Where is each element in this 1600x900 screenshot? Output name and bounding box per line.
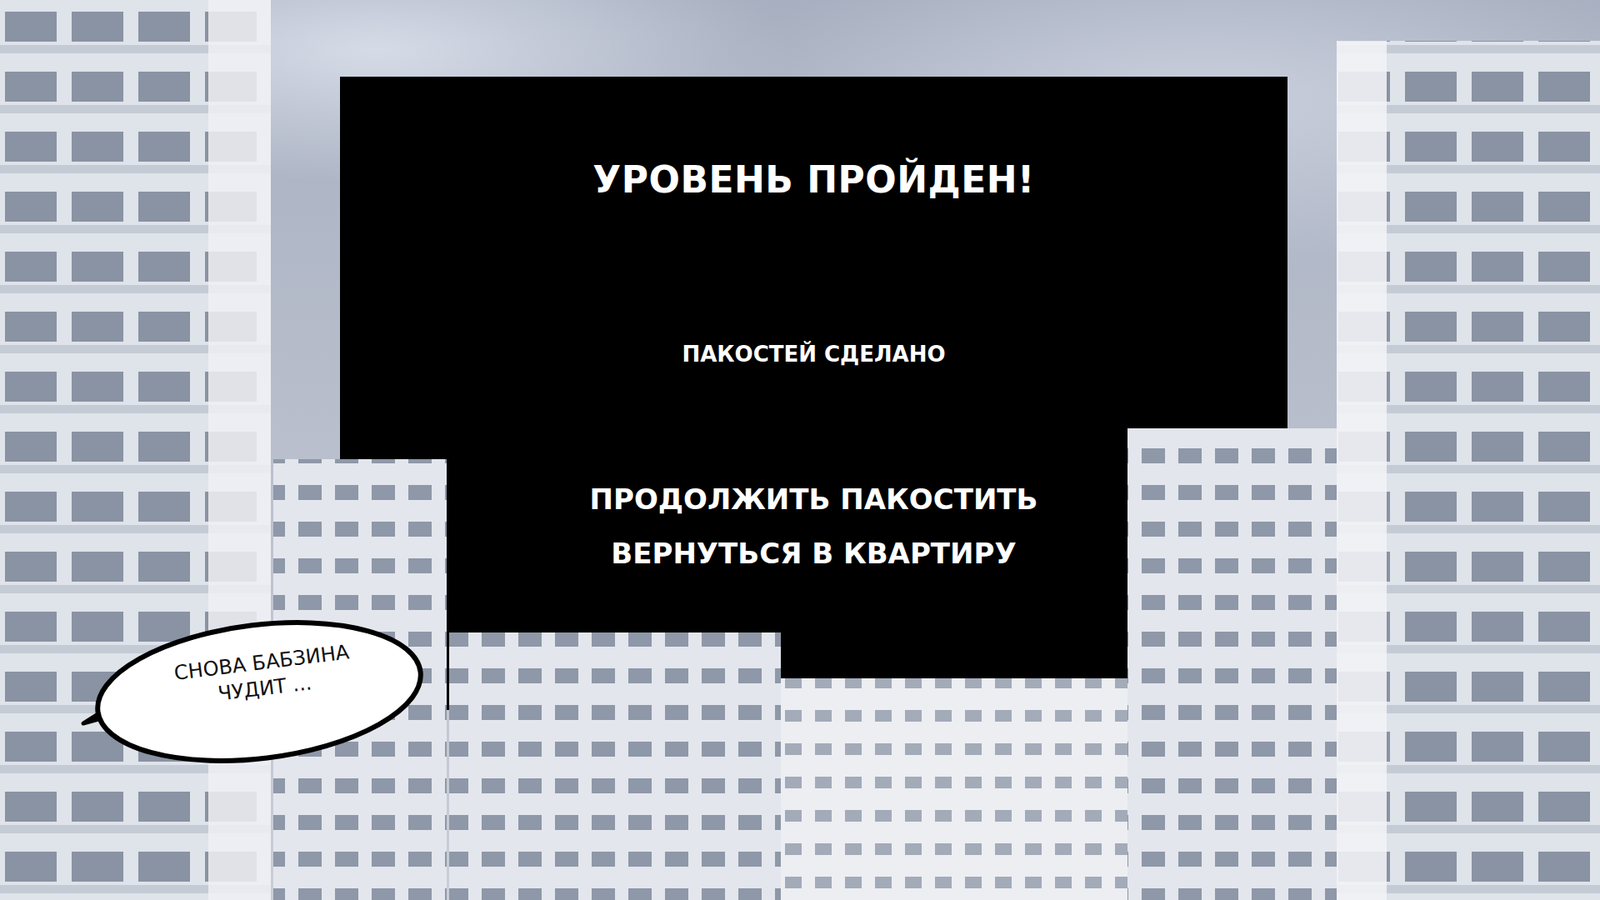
stat-label: ПАКОСТЕЙ СДЕЛАНО: [681, 341, 945, 368]
menu-item[interactable]: ПРОДОЛЖИТЬ ПАКОСТИТЬ: [573, 473, 1055, 526]
level-complete-screen: УРОВЕНЬ ПРОЙДЕН! ПАКОСТЕЙ СДЕЛАНО ПРОДОЛ…: [0, 0, 1600, 900]
building: [0, 0, 271, 900]
speech-bubble: СНОВА БАБЗИНА ЧУДИТ ...: [80, 616, 430, 767]
menu-item[interactable]: ВЕРНУТЬСЯ В КВАРТИРУ: [594, 527, 1033, 580]
menu: ПРОДОЛЖИТЬ ПАКОСТИТЬВЕРНУТЬСЯ В КВАРТИРУ: [573, 473, 1055, 580]
building: [780, 678, 1128, 900]
level-title: УРОВЕНЬ ПРОЙДЕН!: [592, 160, 1035, 200]
building: [1336, 40, 1600, 900]
building: [1127, 428, 1337, 900]
city-buildings: [0, 0, 1600, 900]
building: [449, 632, 781, 900]
